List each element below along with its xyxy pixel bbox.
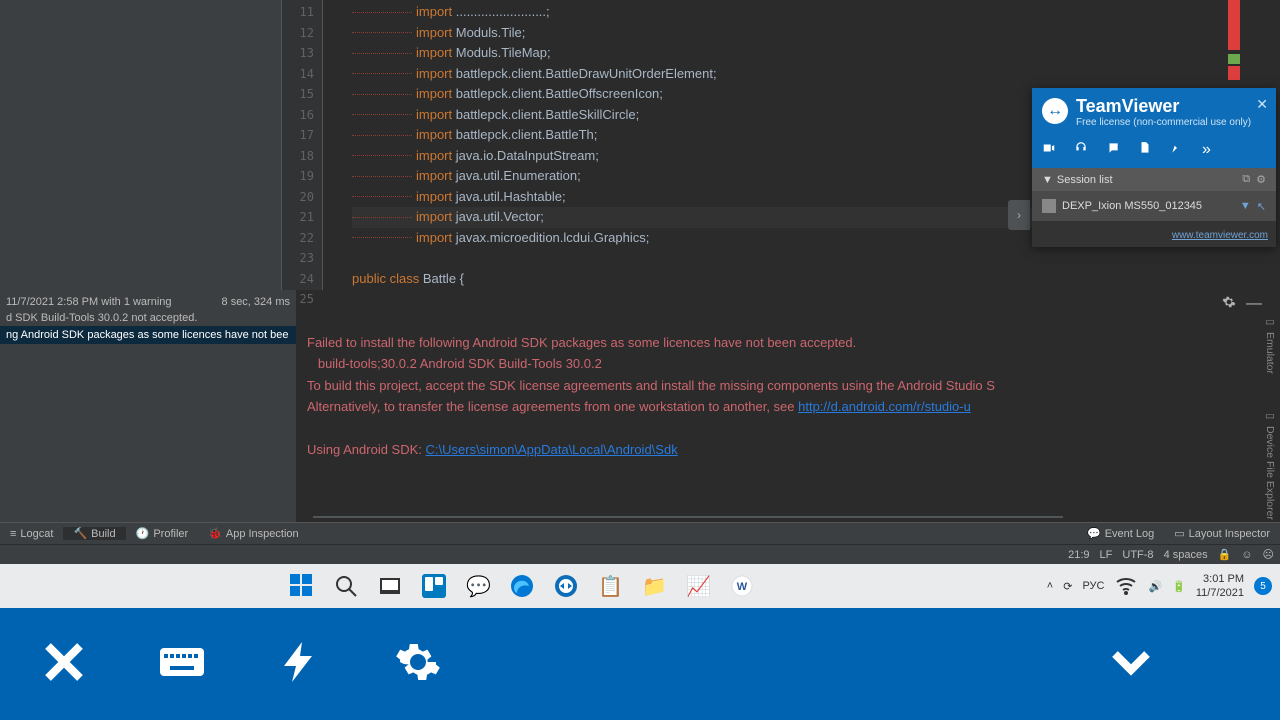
files-icon[interactable] bbox=[1138, 141, 1152, 160]
headset-icon[interactable] bbox=[1074, 141, 1088, 160]
session-list-header[interactable]: ▼ Session list ⧉⚙ bbox=[1032, 168, 1276, 191]
tray-expand-icon[interactable]: ˄ bbox=[1047, 580, 1053, 592]
session-item[interactable]: DEXP_Ixion MS550_0123456789 ▼ ↖ bbox=[1032, 191, 1276, 221]
task-view-icon[interactable] bbox=[378, 574, 402, 598]
horizontal-scrollbar[interactable] bbox=[313, 516, 1063, 518]
battery-icon[interactable]: 🔋 bbox=[1172, 580, 1186, 593]
face-icon[interactable]: ☺ bbox=[1241, 549, 1252, 561]
chevron-down-icon[interactable]: ▼ bbox=[1240, 200, 1251, 213]
console-link[interactable]: http://d.android.com/r/studio-u bbox=[798, 399, 971, 414]
build-timestamp: 11/7/2021 2:58 PM with 1 warning bbox=[6, 296, 172, 308]
volume-icon[interactable]: 🔊 bbox=[1148, 580, 1162, 593]
close-icon[interactable] bbox=[40, 638, 88, 691]
remote-control-bar bbox=[0, 608, 1280, 720]
cursor-icon[interactable]: ↖ bbox=[1257, 200, 1266, 213]
teamviewer-footer: www.teamviewer.com bbox=[1032, 221, 1276, 247]
build-duration: 8 sec, 324 ms bbox=[222, 296, 290, 308]
console-link-sdk[interactable]: C:\Users\simon\AppData\Local\Android\Sdk bbox=[426, 442, 678, 457]
build-warning-item[interactable]: d SDK Build-Tools 30.0.2 not accepted. bbox=[0, 310, 296, 326]
app-discord-icon[interactable]: 💬 bbox=[466, 574, 490, 598]
line-separator[interactable]: LF bbox=[1100, 549, 1113, 561]
app-trello-icon[interactable] bbox=[422, 574, 446, 598]
wifi-icon[interactable] bbox=[1114, 573, 1138, 600]
teamviewer-link[interactable]: www.teamviewer.com bbox=[1172, 230, 1268, 241]
system-tray: ˄ ⟳ РУС 🔊 🔋 3:01 PM 11/7/2021 5 bbox=[1047, 572, 1272, 600]
layout-inspector-tab[interactable]: ▭ Layout Inspector bbox=[1164, 527, 1280, 540]
clock[interactable]: 3:01 PM 11/7/2021 bbox=[1196, 572, 1244, 600]
console-line: Alternatively, to transfer the license a… bbox=[307, 399, 798, 414]
windows-taskbar: 💬 📋 📁 📈 W ˄ ⟳ РУС 🔊 🔋 3:01 PM 11/7/2021 … bbox=[0, 564, 1280, 608]
collapse-toggle[interactable]: › bbox=[1008, 200, 1030, 230]
gear-icon[interactable]: ⚙ bbox=[1256, 173, 1266, 186]
app-notepad-icon[interactable]: 📋 bbox=[598, 574, 622, 598]
teamviewer-subtitle: Free license (non-commercial use only) bbox=[1076, 117, 1251, 129]
avatar-icon bbox=[1042, 199, 1056, 213]
teamviewer-toolbar: » bbox=[1032, 137, 1276, 168]
build-error-item[interactable]: ng Android SDK packages as some licences… bbox=[0, 326, 296, 344]
console-line: build-tools;30.0.2 Android SDK Build-Too… bbox=[307, 356, 602, 371]
keyboard-icon[interactable] bbox=[158, 638, 206, 691]
gear-icon[interactable] bbox=[394, 638, 442, 691]
build-tab[interactable]: 🔨 Build bbox=[63, 527, 125, 540]
fold-gutter bbox=[322, 0, 352, 290]
build-console[interactable]: Failed to install the following Android … bbox=[307, 312, 1225, 518]
emulator-tab[interactable]: ▭Emulator bbox=[1260, 310, 1280, 374]
language-indicator[interactable]: РУС bbox=[1082, 580, 1104, 592]
face-icon[interactable]: ☹ bbox=[1263, 548, 1274, 561]
device-file-explorer-tab[interactable]: ▭Device File Explorer bbox=[1260, 404, 1280, 520]
app-teamviewer-icon[interactable] bbox=[554, 574, 578, 598]
tray-sync-icon[interactable]: ⟳ bbox=[1063, 580, 1072, 593]
collapse-icon: ▼ bbox=[1042, 174, 1053, 186]
status-bar: 21:9 LF UTF-8 4 spaces 🔒 ☺ ☹ bbox=[0, 544, 1280, 564]
lock-icon[interactable]: 🔒 bbox=[1218, 548, 1232, 561]
svg-text:W: W bbox=[737, 581, 748, 593]
peer-name: DEXP_Ixion MS550_0123456789 bbox=[1062, 200, 1202, 212]
video-icon[interactable] bbox=[1042, 141, 1056, 160]
lightning-icon[interactable] bbox=[276, 638, 324, 691]
app-edge-icon[interactable] bbox=[510, 574, 534, 598]
notification-badge[interactable]: 5 bbox=[1254, 577, 1272, 595]
right-tool-tabs: ▭Emulator ▭Device File Explorer bbox=[1260, 310, 1280, 520]
app-word-icon[interactable]: W bbox=[730, 574, 754, 598]
teamviewer-panel: ↔ TeamViewer Free license (non-commercia… bbox=[1032, 88, 1276, 247]
event-log-tab[interactable]: 💬 Event Log bbox=[1077, 527, 1164, 540]
teamviewer-title: TeamViewer bbox=[1076, 96, 1251, 117]
console-line: Using Android SDK: bbox=[307, 442, 426, 457]
console-line: Failed to install the following Android … bbox=[307, 335, 856, 350]
popout-icon[interactable]: ⧉ bbox=[1242, 173, 1250, 186]
gutter-empty bbox=[0, 0, 282, 290]
console-line: To build this project, accept the SDK li… bbox=[307, 378, 995, 393]
start-button[interactable] bbox=[290, 574, 314, 598]
teamviewer-header: ↔ TeamViewer Free license (non-commercia… bbox=[1032, 88, 1276, 137]
file-encoding[interactable]: UTF-8 bbox=[1122, 549, 1153, 561]
app-explorer-icon[interactable]: 📁 bbox=[642, 574, 666, 598]
bottom-tool-tabs: ≡ Logcat 🔨 Build 🕐 Profiler 🐞 App Inspec… bbox=[0, 522, 1280, 544]
search-icon[interactable] bbox=[334, 574, 358, 598]
close-icon[interactable]: ✕ bbox=[1256, 96, 1268, 113]
build-options: — bbox=[1222, 295, 1262, 314]
profiler-tab[interactable]: 🕐 Profiler bbox=[126, 527, 199, 540]
line-gutter: 111213141516171819202122232425 bbox=[282, 0, 322, 290]
caret-position[interactable]: 21:9 bbox=[1068, 549, 1089, 561]
whiteboard-icon[interactable] bbox=[1170, 141, 1184, 160]
app-inspection-tab[interactable]: 🐞 App Inspection bbox=[198, 527, 308, 540]
teamviewer-logo-icon: ↔ bbox=[1042, 98, 1068, 124]
logcat-tab[interactable]: ≡ Logcat bbox=[0, 528, 63, 540]
chevron-down-icon[interactable] bbox=[1107, 638, 1155, 691]
chat-icon[interactable] bbox=[1106, 141, 1120, 160]
more-icon[interactable]: » bbox=[1202, 141, 1211, 160]
indent-config[interactable]: 4 spaces bbox=[1164, 549, 1208, 561]
app-monitor-icon[interactable]: 📈 bbox=[686, 574, 710, 598]
build-tree-panel: 11/7/2021 2:58 PM with 1 warning 8 sec, … bbox=[0, 290, 296, 544]
